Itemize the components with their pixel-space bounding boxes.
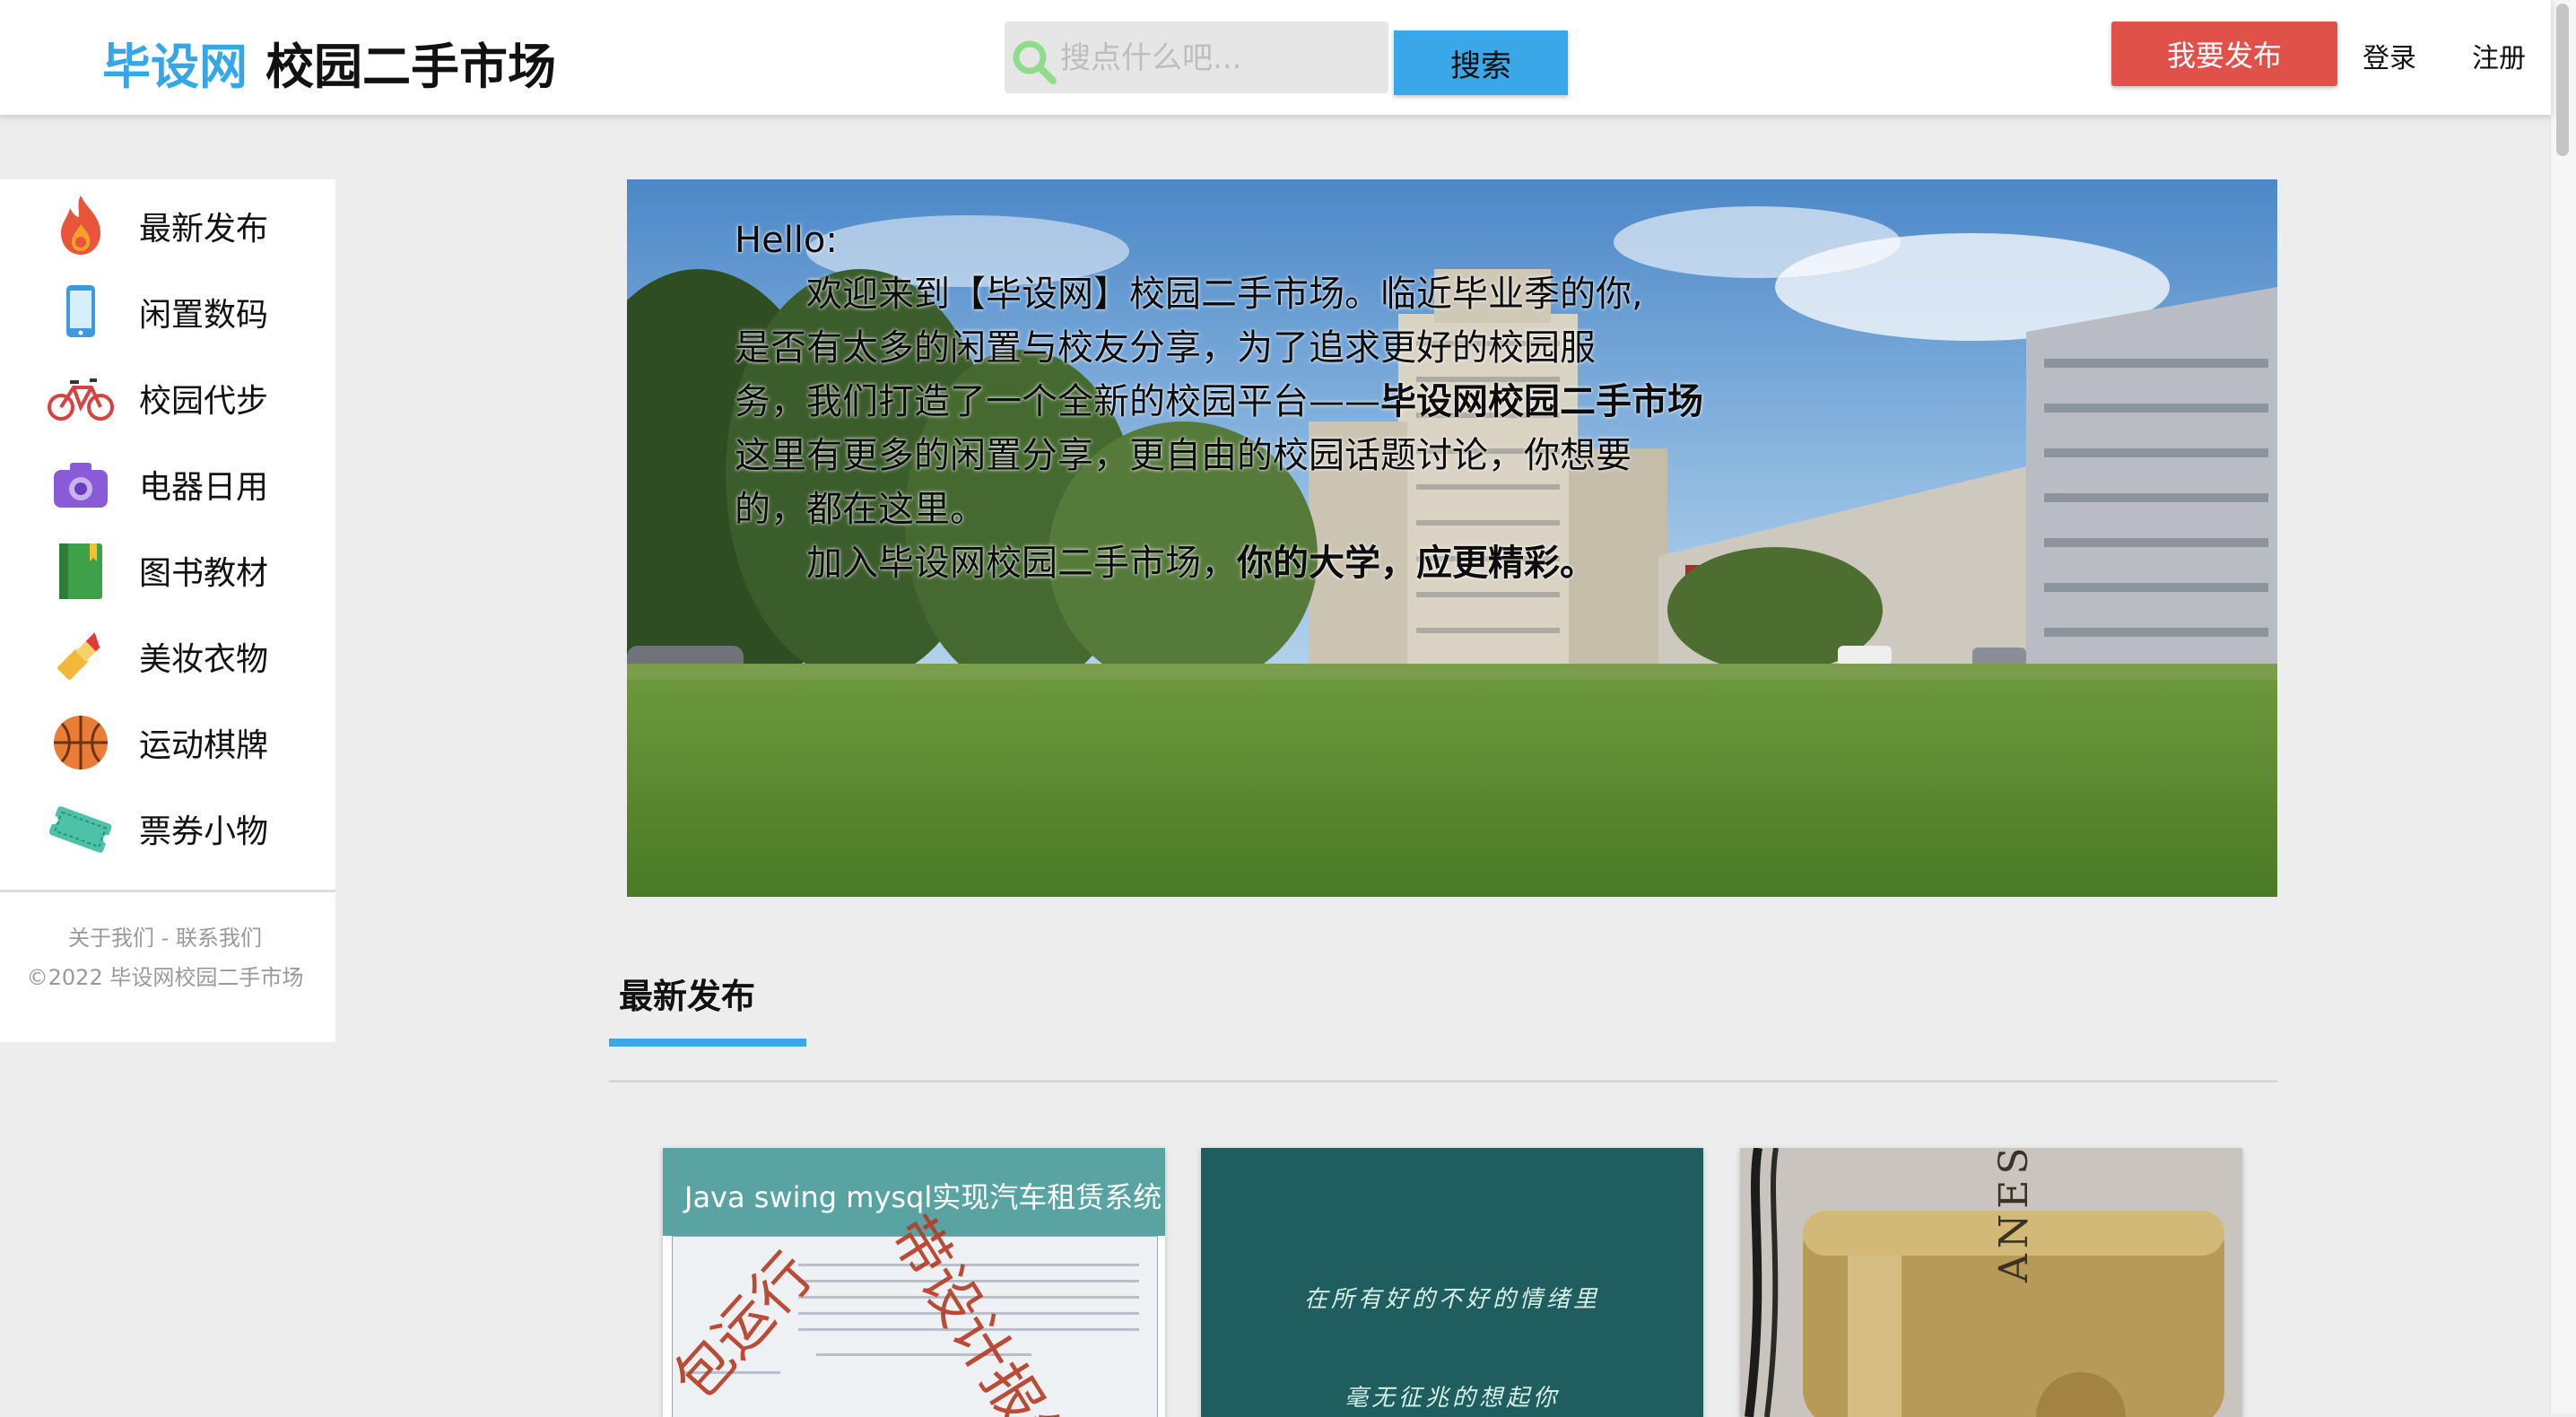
sidebar-item-beauty[interactable]: 美妆衣物: [0, 610, 335, 696]
sidebar-divider: [0, 890, 335, 892]
footer-separator: -: [154, 926, 176, 951]
phone-icon: [66, 285, 95, 337]
ticket-icon: [48, 806, 112, 853]
search-input[interactable]: [1058, 30, 1376, 86]
camera-icon: [54, 463, 108, 508]
contact-us-link[interactable]: 联系我们: [176, 926, 262, 951]
sidebar-item-bike[interactable]: 校园代步: [0, 352, 335, 438]
welcome-line: 加入毕设网校园二手市场，你的大学，应更精彩。: [735, 536, 1703, 590]
top-header: 毕设网校园二手市场 搜索 我要发布 登录 注册: [0, 0, 2551, 115]
logo-subtitle: 校园二手市场: [265, 39, 556, 95]
welcome-line: 这里有更多的闲置分享，更自由的校园话题讨论，你想要: [735, 435, 1632, 476]
sidebar-item-label: 校园代步: [139, 383, 269, 420]
sidebar-footer-links: 关于我们 - 联系我们: [0, 920, 330, 952]
search-button[interactable]: 搜索: [1394, 30, 1568, 95]
welcome-line: 欢迎来到【毕设网】校园二手市场。临近毕业季的你,: [806, 274, 1643, 315]
basketball-icon: [54, 716, 108, 769]
welcome-greeting: Hello:: [735, 220, 838, 261]
sidebar-item-label: 最新发布: [139, 211, 269, 248]
section-divider: [609, 1080, 2277, 1082]
welcome-text: Hello: 欢迎来到【毕设网】校园二手市场。临近毕业季的你, 是否有太多的闲置…: [735, 213, 1703, 590]
sidebar-item-latest[interactable]: 最新发布: [0, 179, 335, 265]
about-us-link[interactable]: 关于我们: [68, 926, 154, 951]
login-link[interactable]: 登录: [2363, 36, 2416, 75]
publish-button[interactable]: 我要发布: [2111, 22, 2337, 86]
sidebar-item-label: 电器日用: [139, 469, 269, 506]
welcome-line: 是否有太多的闲置与校友分享，为了追求更好的校园服: [735, 327, 1596, 369]
welcome-line: 的，都在这里。: [735, 489, 986, 530]
card-image-caption: 在所有好的不好的情绪里: [1303, 1286, 1600, 1313]
campus-banner: Hello: 欢迎来到【毕设网】校园二手市场。临近毕业季的你, 是否有太多的闲置…: [627, 179, 2277, 897]
card-image-caption: 毫无征兆的想起你: [1344, 1385, 1560, 1412]
sidebar-item-label: 闲置数码: [139, 297, 269, 334]
product-card[interactable]: Java swing mysql实现汽车租赁系统 包运行 带设计报告: [663, 1148, 1165, 1417]
welcome-line-part: 加入毕设网校园二手市场，: [806, 543, 1237, 584]
sidebar-item-label: 美妆衣物: [139, 641, 269, 678]
sidebar-item-label: 图书教材: [139, 555, 269, 592]
lipstick-icon: [57, 632, 100, 681]
sidebar-item-label: 运动棋牌: [139, 727, 269, 764]
site-logo[interactable]: 毕设网 校园二手市场: [102, 27, 556, 98]
sidebar-item-sports[interactable]: 运动棋牌: [0, 696, 335, 782]
fire-icon: [61, 196, 100, 255]
book-icon: [59, 543, 102, 599]
page-scrollbar[interactable]: [2550, 0, 2576, 1413]
sidebar-item-label: 票券小物: [139, 813, 269, 850]
section-title-latest: 最新发布: [619, 977, 756, 1016]
sidebar-item-digital[interactable]: 闲置数码: [0, 265, 335, 352]
search-box: [1005, 22, 1388, 93]
welcome-brand-highlight: 毕设网校园二手市场: [1380, 381, 1703, 422]
welcome-line: 务，我们打造了一个全新的校园平台——毕设网校园二手市场: [735, 375, 1703, 429]
bicycle-icon: [48, 378, 114, 421]
product-brand-text: ANESSA: [1991, 1148, 2037, 1282]
scrollbar-thumb[interactable]: [2556, 4, 2569, 156]
product-card[interactable]: ANESSA: [1740, 1148, 2242, 1417]
welcome-slogan-highlight: 你的大学，应更精彩。: [1237, 543, 1596, 584]
search-icon: [1013, 40, 1057, 84]
logo-brand: 毕设网: [102, 39, 248, 95]
card-image-title: Java swing mysql实现汽车租赁系统: [684, 1180, 1162, 1214]
register-link[interactable]: 注册: [2472, 36, 2526, 75]
sidebar-item-books[interactable]: 图书教材: [0, 524, 335, 610]
section-title-underline: [609, 1039, 806, 1047]
sidebar-item-appliance[interactable]: 电器日用: [0, 438, 335, 524]
copyright-text: ©2022 毕设网校园二手市场: [26, 965, 304, 990]
welcome-line-part: 务，我们打造了一个全新的校园平台——: [735, 381, 1380, 422]
category-sidebar: 最新发布 闲置数码 校园代步 电器日用 图书教材 美妆衣物 运动棋牌 票券小物 …: [0, 179, 335, 1042]
sidebar-item-tickets[interactable]: 票券小物: [0, 782, 335, 868]
product-card[interactable]: 在所有好的不好的情绪里 毫无征兆的想起你: [1201, 1148, 1703, 1417]
